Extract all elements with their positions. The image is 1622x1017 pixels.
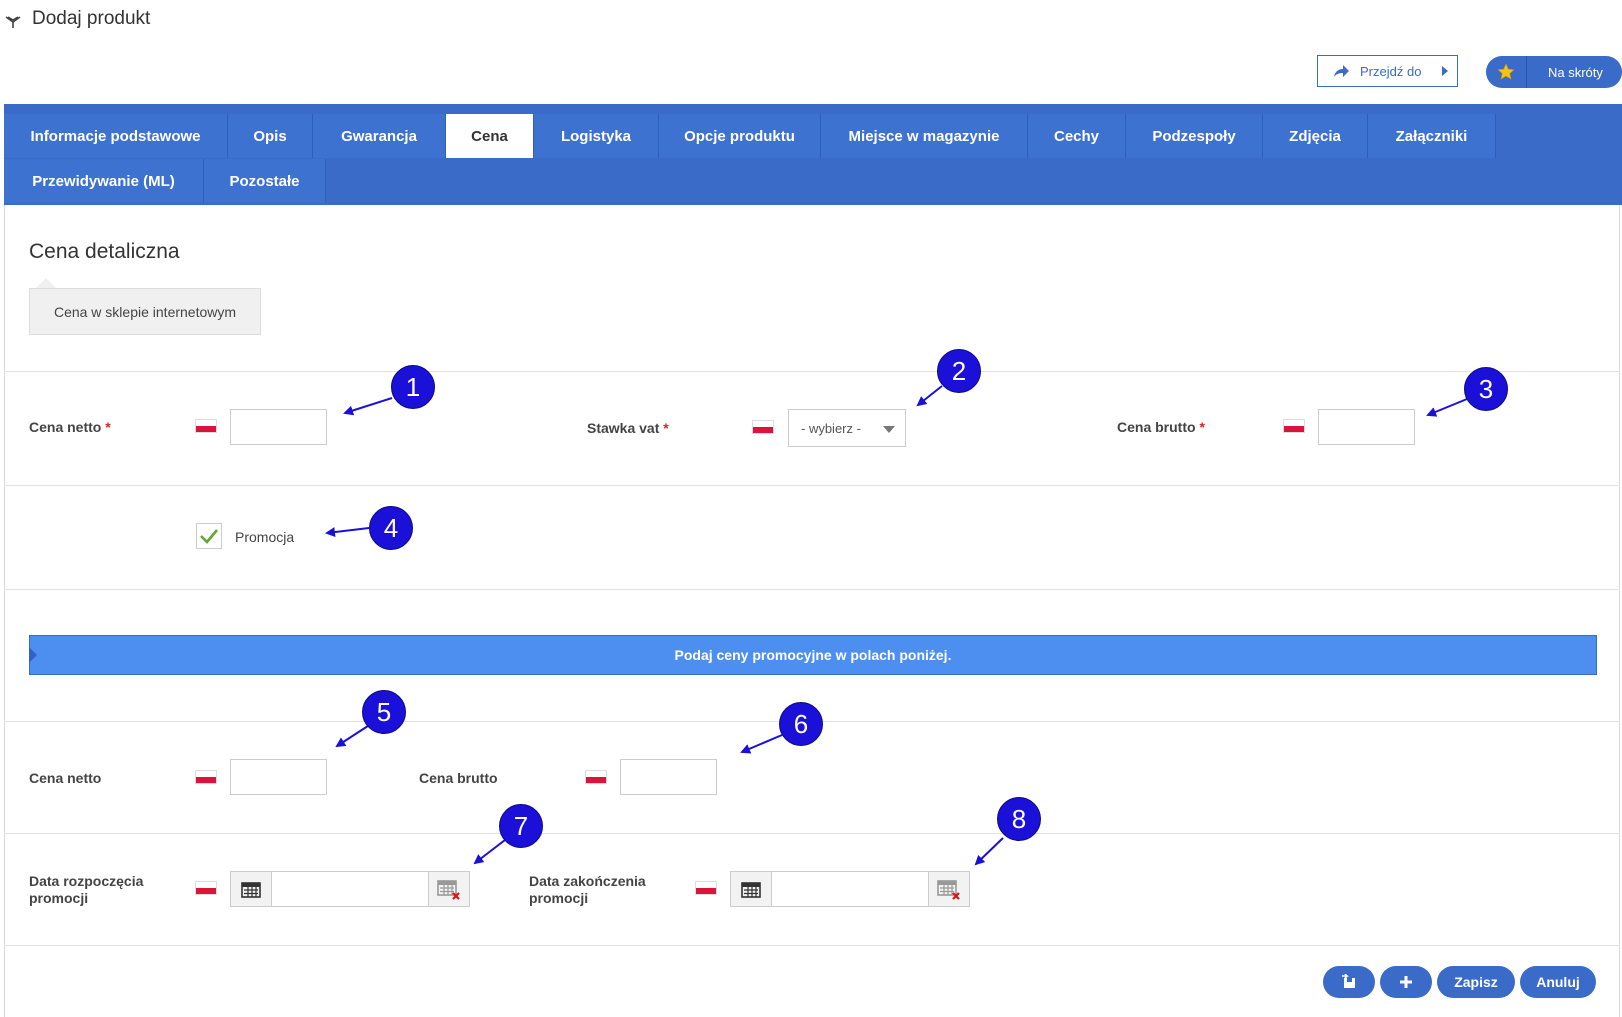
add-button[interactable] xyxy=(1380,966,1432,998)
promo-end-date-label: Data zakończenia promocji xyxy=(529,873,646,906)
tab-price[interactable]: Cena xyxy=(446,114,534,158)
net-price-label: Cena netto * xyxy=(29,419,111,435)
section-title: Cena detaliczna xyxy=(29,240,180,263)
goto-button[interactable]: Przejdź do xyxy=(1317,55,1458,87)
gross-price-label: Cena brutto * xyxy=(1117,419,1205,435)
chevron-down-icon xyxy=(883,426,895,433)
calendar-icon[interactable] xyxy=(731,872,772,906)
page-title: Dodaj produkt xyxy=(32,8,151,29)
product-icon xyxy=(5,16,21,28)
divider xyxy=(4,589,1620,590)
shortcuts-label: Na skróty xyxy=(1548,64,1603,80)
subtab-online-store-price[interactable]: Cena w sklepie internetowym xyxy=(29,288,261,335)
annotation-marker: 1 xyxy=(391,365,435,409)
tab-basic-info[interactable]: Informacje podstawowe xyxy=(4,114,228,158)
calendar-clear-icon[interactable] xyxy=(928,872,969,906)
tab-attachments[interactable]: Załączniki xyxy=(1368,114,1496,158)
promo-end-date-picker[interactable] xyxy=(730,871,970,907)
gross-price-input[interactable] xyxy=(1318,409,1415,445)
pl-flag-icon xyxy=(1283,419,1305,433)
cancel-button[interactable]: Anuluj xyxy=(1520,966,1596,998)
tab-ml-prediction[interactable]: Przewidywanie (ML) xyxy=(4,159,204,203)
pl-flag-icon xyxy=(195,881,217,895)
promo-info-banner: Podaj ceny promocyjne w polach poniżej. xyxy=(29,635,1597,675)
pl-flag-icon xyxy=(752,420,774,434)
back-save-icon xyxy=(1342,974,1355,988)
pl-flag-icon xyxy=(695,881,717,895)
promo-gross-price-label: Cena brutto xyxy=(419,770,498,786)
divider xyxy=(4,371,1620,372)
promo-label: Promocja xyxy=(235,529,295,545)
banner-arrow xyxy=(29,647,37,663)
star-icon xyxy=(1486,56,1527,88)
annotation-marker: 6 xyxy=(779,702,823,746)
vat-rate-placeholder: - wybierz - xyxy=(801,420,861,436)
tab-bar: Informacje podstawowe Opis Gwarancja Cen… xyxy=(4,104,1622,205)
goto-label: Przejdź do xyxy=(1360,63,1422,79)
caret-right-icon xyxy=(1442,66,1449,76)
divider xyxy=(4,485,1620,486)
tab-photos[interactable]: Zdjęcia xyxy=(1263,114,1368,158)
tab-warranty[interactable]: Gwarancja xyxy=(313,114,446,158)
save-button[interactable]: Zapisz xyxy=(1437,966,1515,998)
annotation-marker: 8 xyxy=(997,797,1041,841)
promo-start-date-label: Data rozpoczęcia promocji xyxy=(29,873,144,906)
plus-icon xyxy=(1400,976,1412,988)
promo-net-price-label: Cena netto xyxy=(29,770,102,786)
divider xyxy=(4,833,1620,834)
tab-warehouse-location[interactable]: Miejsce w magazynie xyxy=(821,114,1028,158)
promo-gross-price-input[interactable] xyxy=(620,759,717,795)
promo-start-date-input[interactable] xyxy=(272,872,428,906)
annotation-marker: 5 xyxy=(362,690,406,734)
vat-rate-label: Stawka vat * xyxy=(587,420,669,436)
annotation-marker: 3 xyxy=(1464,367,1508,411)
checkmark-icon xyxy=(200,529,218,544)
tab-description[interactable]: Opis xyxy=(228,114,313,158)
tab-logistics[interactable]: Logistyka xyxy=(534,114,659,158)
divider xyxy=(4,945,1620,946)
pl-flag-icon xyxy=(195,419,217,433)
pl-flag-icon xyxy=(195,770,217,784)
subtab-notch xyxy=(36,278,56,288)
tab-other[interactable]: Pozostałe xyxy=(204,159,326,203)
tab-features[interactable]: Cechy xyxy=(1028,114,1126,158)
promo-end-date-input[interactable] xyxy=(772,872,928,906)
annotation-marker: 7 xyxy=(499,804,543,848)
tab-product-options[interactable]: Opcje produktu xyxy=(659,114,821,158)
promo-start-date-picker[interactable] xyxy=(230,871,470,907)
back-button[interactable] xyxy=(1323,966,1375,998)
shortcuts-button[interactable]: Na skróty xyxy=(1486,56,1622,88)
pl-flag-icon xyxy=(585,770,607,784)
calendar-clear-icon[interactable] xyxy=(428,872,469,906)
tab-components[interactable]: Podzespoły xyxy=(1126,114,1263,158)
promo-checkbox[interactable] xyxy=(196,523,222,549)
vat-rate-select[interactable]: - wybierz - xyxy=(788,409,906,447)
annotation-marker: 2 xyxy=(937,349,981,393)
promo-net-price-input[interactable] xyxy=(230,759,327,795)
net-price-input[interactable] xyxy=(230,409,327,445)
annotation-marker: 4 xyxy=(369,506,413,550)
calendar-icon[interactable] xyxy=(231,872,272,906)
share-arrow-icon xyxy=(1334,65,1349,77)
